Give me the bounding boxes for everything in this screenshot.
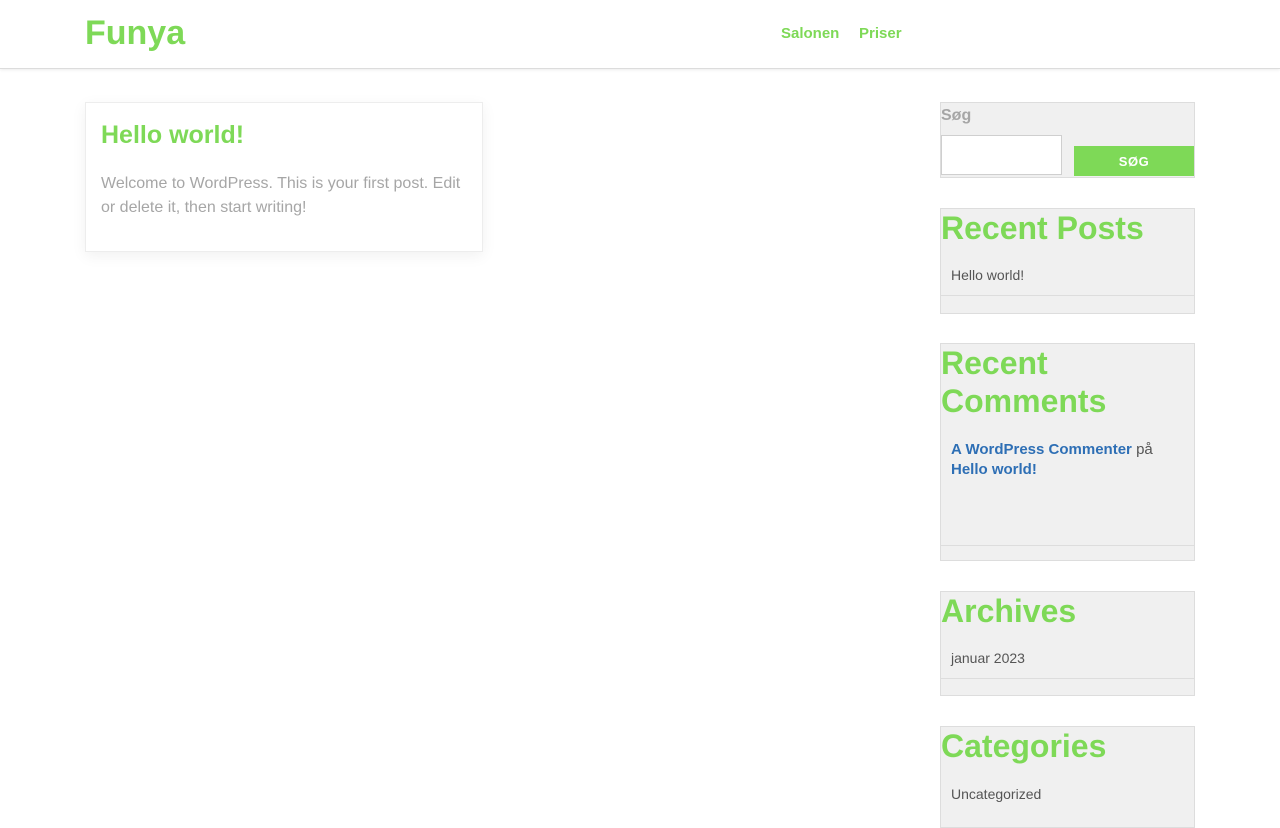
widget-divider [941,295,1194,296]
category-link[interactable]: Uncategorized [951,785,1041,803]
recent-comment-item: A WordPress Commenter på Hello world! [951,440,1186,480]
comment-connector: på [1136,441,1153,458]
recent-post-link[interactable]: Hello world! [951,266,1024,284]
post-title[interactable]: Hello world! [101,120,244,150]
recent-posts-widget: Recent Posts Hello world! [940,208,1195,314]
nav-item-priser[interactable]: Priser [859,25,902,43]
search-widget: Søg SØG [940,102,1195,178]
comment-post-link[interactable]: Hello world! [951,461,1037,478]
search-label: Søg [941,107,972,124]
site-header: Funya Salonen Priser [0,0,1280,69]
archives-widget: Archives januar 2023 [940,591,1195,696]
recent-posts-title: Recent Posts [941,210,1144,246]
archive-link[interactable]: januar 2023 [951,649,1025,667]
nav-item-salonen[interactable]: Salonen [781,25,839,43]
widget-divider [941,678,1194,679]
archives-title: Archives [941,593,1077,629]
search-button[interactable]: SØG [1074,146,1194,176]
categories-title: Categories [941,728,1107,764]
site-title[interactable]: Funya [85,13,185,53]
post-excerpt: Welcome to WordPress. This is your first… [101,175,461,216]
comment-author-link[interactable]: A WordPress Commenter [951,441,1132,458]
post-card: Hello world! Welcome to WordPress. This … [85,102,483,252]
widget-divider [941,545,1194,546]
recent-comments-title: Recent Comments [941,345,1107,419]
recent-comments-widget: Recent Comments A WordPress Commenter på… [940,343,1195,561]
search-input[interactable] [941,135,1062,175]
categories-widget: Categories Uncategorized [940,726,1195,828]
